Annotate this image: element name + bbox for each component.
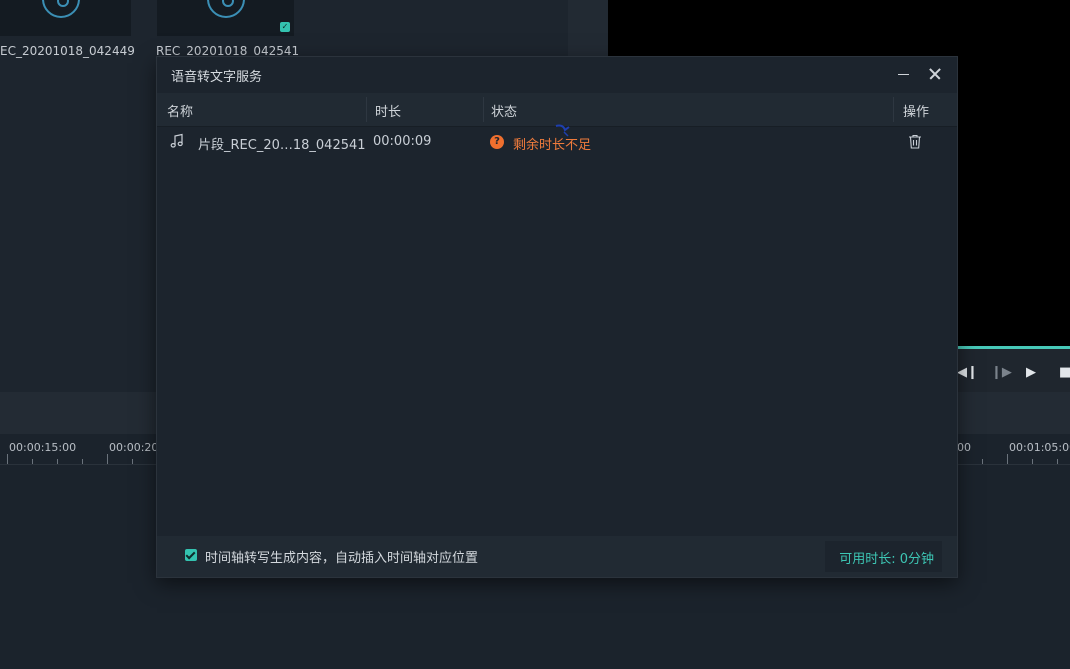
ruler-tick bbox=[132, 459, 133, 464]
ruler-tick bbox=[82, 459, 83, 464]
selected-check-icon: ✓ bbox=[280, 22, 290, 32]
ruler-tick bbox=[107, 454, 108, 464]
ruler-tick bbox=[1007, 454, 1008, 464]
media-item-label: REC_20201018_042541 bbox=[156, 44, 300, 58]
player-controls: ◀❙ ❙▶ ▶ ■ bbox=[957, 349, 1070, 392]
media-item-label: EC_20201018_042449 bbox=[0, 44, 135, 58]
prev-frame-icon[interactable]: ◀❙ bbox=[957, 366, 978, 379]
ruler-tick bbox=[57, 459, 58, 464]
audio-disc-icon bbox=[42, 0, 80, 18]
music-note-icon bbox=[169, 133, 185, 153]
play-icon[interactable]: ▶ bbox=[1026, 366, 1036, 379]
trash-icon[interactable] bbox=[908, 134, 922, 153]
column-divider[interactable] bbox=[893, 97, 894, 122]
media-thumbnail[interactable]: ✓ bbox=[157, 0, 294, 36]
close-icon[interactable] bbox=[922, 61, 948, 87]
available-time-text: 可用时长: 0分钟 bbox=[839, 552, 934, 567]
auto-insert-label[interactable]: 时间轴转写生成内容，自动插入时间轴对应位置 bbox=[205, 547, 478, 566]
clip-name: 片段_REC_20…18_042541 bbox=[198, 138, 366, 153]
speech-to-text-dialog: 语音转文字服务 名称 时长 状态 操作 片段_REC_20…18_042541 … bbox=[157, 57, 957, 577]
stop-icon[interactable]: ■ bbox=[1059, 366, 1070, 379]
column-header-action: 操作 bbox=[903, 105, 930, 120]
status-text: 剩余时长不足 bbox=[513, 138, 592, 153]
ruler-time-label: 00 bbox=[957, 441, 971, 454]
ruler-time-label: 00:01:05:00 bbox=[1009, 441, 1070, 454]
mouse-cursor-icon bbox=[555, 123, 573, 142]
column-header-duration: 时长 bbox=[375, 105, 402, 120]
available-time-box: 可用时长: 0分钟 bbox=[825, 541, 942, 572]
next-frame-icon[interactable]: ❙▶ bbox=[991, 366, 1012, 379]
auto-insert-checkbox[interactable] bbox=[185, 549, 197, 561]
column-header-name: 名称 bbox=[167, 105, 194, 120]
ruler-time-label: 00:00:15:00 bbox=[9, 441, 77, 454]
column-divider[interactable] bbox=[366, 97, 367, 122]
ruler-tick bbox=[1057, 459, 1058, 464]
table-header: 名称 时长 状态 操作 bbox=[157, 93, 957, 127]
dialog-title: 语音转文字服务 bbox=[171, 70, 263, 85]
ruler-tick bbox=[32, 459, 33, 464]
audio-disc-icon bbox=[207, 0, 245, 18]
clip-duration: 00:00:09 bbox=[373, 134, 432, 149]
ruler-tick bbox=[982, 459, 983, 464]
question-warning-icon[interactable]: ? bbox=[490, 135, 504, 149]
minimize-icon[interactable] bbox=[891, 61, 917, 87]
column-divider[interactable] bbox=[483, 97, 484, 122]
ruler-tick bbox=[1032, 459, 1033, 464]
ruler-tick bbox=[7, 454, 8, 464]
dialog-footer: 时间轴转写生成内容，自动插入时间轴对应位置 可用时长: 0分钟 bbox=[157, 536, 957, 577]
media-thumbnail[interactable] bbox=[0, 0, 131, 36]
column-header-status: 状态 bbox=[491, 105, 518, 120]
